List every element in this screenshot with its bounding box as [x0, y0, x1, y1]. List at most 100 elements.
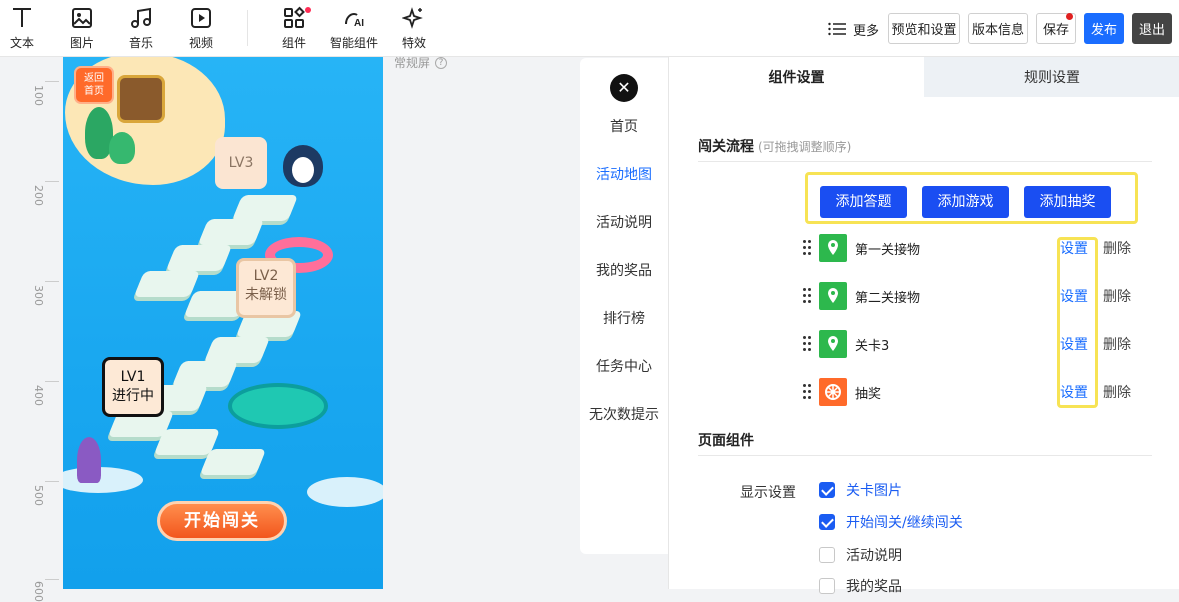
back-home-label-2: 首页 [84, 86, 104, 97]
option-label: 活动说明 [846, 548, 902, 564]
option-activity-description[interactable]: 活动说明 [819, 545, 902, 565]
flow-item-settings-link[interactable]: 设置 [1060, 382, 1088, 402]
option-label: 我的奖品 [846, 579, 902, 595]
option-level-image[interactable]: 关卡图片 [819, 480, 902, 500]
tool-text[interactable]: 文本 [0, 6, 52, 52]
option-label: 关卡图片 [846, 483, 902, 499]
checkbox-checked[interactable] [819, 482, 835, 498]
nav-item-activity-map[interactable]: 活动地图 [580, 164, 668, 184]
flow-hint: (可拖拽调整顺序) [758, 140, 852, 154]
flow-item-settings-link[interactable]: 设置 [1060, 286, 1088, 306]
image-icon [52, 6, 112, 30]
back-home-button[interactable]: 返回 首页 [74, 66, 114, 104]
tool-ai-component-label: 智能组件 [329, 36, 378, 50]
tool-video-label: 视频 [188, 36, 213, 50]
flow-item-delete-link[interactable]: 删除 [1103, 286, 1131, 306]
add-quiz-button[interactable]: 添加答题 [820, 186, 907, 218]
level-2-title: LV2 [253, 268, 279, 284]
screen-mode-text: 常规屏 [394, 56, 431, 70]
flow-item-delete-link[interactable]: 删除 [1103, 238, 1131, 258]
nav-item-activity-description[interactable]: 活动说明 [580, 212, 668, 232]
start-challenge-button[interactable]: 开始闯关 [157, 501, 287, 541]
location-pin-icon [819, 234, 847, 262]
level-2-status: 未解锁 [245, 287, 287, 303]
more-menu[interactable]: 更多 [828, 19, 879, 39]
flow-item-delete-link[interactable]: 删除 [1103, 334, 1131, 354]
flow-item-delete-link[interactable]: 删除 [1103, 382, 1131, 402]
activity-map-canvas[interactable]: 返回 首页 LV3 LV2 未解锁 LV1 进行中 开始闯关 [63, 57, 383, 589]
tool-image[interactable]: 图片 [52, 6, 112, 52]
drag-handle-icon[interactable] [803, 384, 813, 400]
vertical-ruler: 100 200 300 400 500 600 [32, 57, 63, 602]
video-icon [171, 6, 231, 30]
publish-button[interactable]: 发布 [1084, 13, 1124, 44]
unsaved-dot [1066, 13, 1073, 20]
ruler-tick: 600 [32, 581, 45, 602]
level-1-title: LV1 [120, 369, 146, 385]
info-icon[interactable]: ? [435, 56, 448, 69]
nav-item-task-center[interactable]: 任务中心 [580, 356, 668, 376]
tool-components[interactable]: 组件 [264, 6, 324, 52]
tool-effects[interactable]: 特效 [384, 6, 444, 52]
location-pin-icon [819, 282, 847, 310]
tab-rule-settings[interactable]: 规则设置 [924, 57, 1179, 97]
tool-music[interactable]: 音乐 [111, 6, 171, 52]
exit-button[interactable]: 退出 [1132, 13, 1172, 44]
level-2-node[interactable]: LV2 未解锁 [236, 258, 296, 318]
ruler-tick: 200 [32, 185, 45, 206]
tab-component-settings[interactable]: 组件设置 [669, 57, 924, 97]
save-button[interactable]: 保存 [1036, 13, 1076, 44]
flow-item-name: 关卡3 [855, 339, 890, 354]
back-home-label-1: 返回 [84, 73, 104, 84]
tool-music-label: 音乐 [128, 36, 153, 50]
version-info-button[interactable]: 版本信息 [968, 13, 1028, 44]
level-1-status: 进行中 [112, 388, 154, 404]
location-pin-icon [819, 330, 847, 358]
music-icon [111, 6, 171, 30]
tool-video[interactable]: 视频 [171, 6, 231, 52]
tool-effects-label: 特效 [401, 36, 426, 50]
checkbox-unchecked[interactable] [819, 578, 835, 594]
add-lottery-button[interactable]: 添加抽奖 [1024, 186, 1111, 218]
close-icon[interactable]: ✕ [610, 74, 638, 102]
level-3-node[interactable]: LV3 [215, 137, 267, 189]
sparkle-icon [384, 6, 444, 30]
checkbox-unchecked[interactable] [819, 547, 835, 563]
preview-settings-button[interactable]: 预览和设置 [888, 13, 960, 44]
flow-item: 关卡3 设置 删除 [803, 329, 1143, 359]
top-toolbar: 文本 图片 音乐 视频 组件 AI 智能组件 特效 更多 预览和设置 版本信息 … [0, 0, 1179, 57]
option-my-prizes[interactable]: 我的奖品 [819, 576, 902, 596]
nav-item-leaderboard[interactable]: 排行榜 [580, 308, 668, 328]
ruler-tick: 400 [32, 385, 45, 406]
flow-item-name: 第一关接物 [855, 243, 921, 258]
level-1-node[interactable]: LV1 进行中 [102, 357, 164, 417]
flow-item-name: 第二关接物 [855, 291, 921, 306]
nav-item-no-attempts-prompt[interactable]: 无次数提示 [580, 404, 668, 424]
option-label: 开始闯关/继续闯关 [846, 515, 963, 531]
page-nav: ✕ 首页 活动地图 活动说明 我的奖品 排行榜 任务中心 无次数提示 [580, 58, 668, 554]
more-label: 更多 [853, 23, 880, 39]
octopus-tentacle-icon [77, 437, 101, 483]
drag-handle-icon[interactable] [803, 288, 813, 304]
checkbox-checked[interactable] [819, 514, 835, 530]
nav-item-my-prizes[interactable]: 我的奖品 [580, 260, 668, 280]
flow-item-settings-link[interactable]: 设置 [1060, 238, 1088, 258]
flow-item: 第二关接物 设置 删除 [803, 281, 1143, 311]
option-start-continue[interactable]: 开始闯关/继续闯关 [819, 512, 963, 532]
drag-handle-icon[interactable] [803, 240, 813, 256]
tool-image-label: 图片 [69, 36, 94, 50]
save-label: 保存 [1042, 23, 1069, 38]
tool-ai-component[interactable]: AI 智能组件 [324, 6, 384, 52]
flow-item: 抽奖 设置 删除 [803, 377, 1143, 407]
add-game-button[interactable]: 添加游戏 [922, 186, 1009, 218]
text-icon [0, 6, 52, 30]
drag-handle-icon[interactable] [803, 336, 813, 352]
flow-item-settings-link[interactable]: 设置 [1060, 334, 1088, 354]
nav-item-home[interactable]: 首页 [580, 116, 668, 136]
penguin-icon [283, 145, 323, 187]
tree-decoration [109, 132, 135, 164]
whirlpool-icon [228, 383, 328, 429]
notification-dot [305, 7, 311, 13]
level-3-title: LV3 [228, 155, 254, 171]
components-icon [264, 6, 324, 30]
